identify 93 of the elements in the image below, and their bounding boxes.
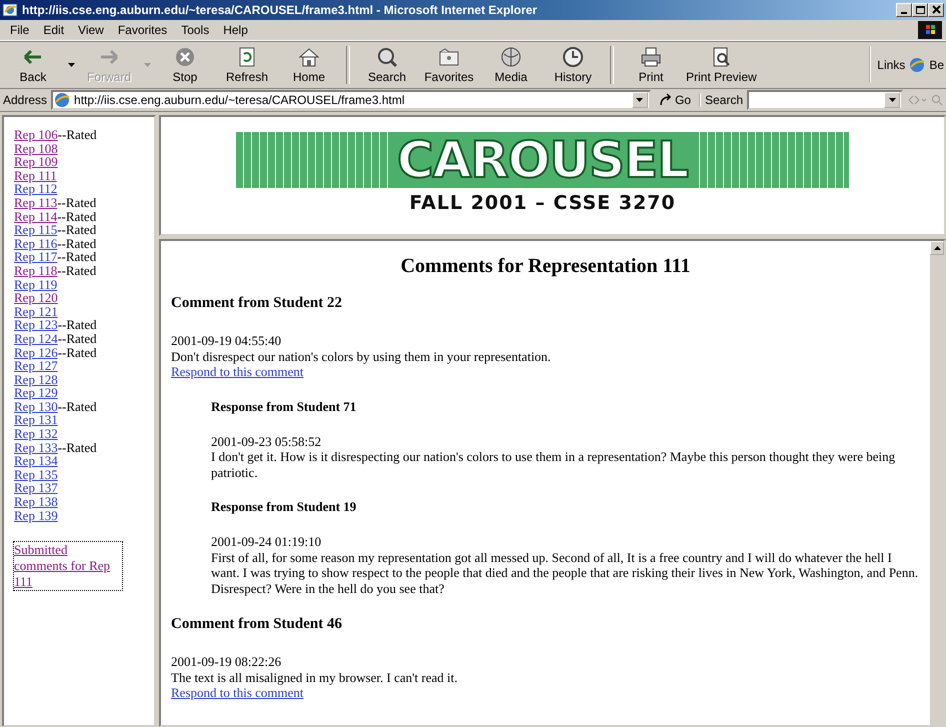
globe-icon	[499, 46, 523, 68]
toolbar-button[interactable]: Print Preview	[682, 44, 761, 86]
rep-link[interactable]: Rep 128	[14, 372, 58, 387]
go-arrow-icon	[658, 93, 673, 107]
response-author: Response from Student 19	[211, 499, 358, 515]
search-label: Search	[698, 93, 743, 107]
clock-icon	[561, 46, 585, 68]
comment-timestamp: 2001-09-19 04:55:40	[171, 333, 282, 348]
address-field[interactable]: http://iis.cse.eng.auburn.edu/~teresa/CAROUSEL/frame3.html	[51, 90, 651, 110]
rep-link[interactable]: Rep 111	[14, 168, 57, 183]
rep-link[interactable]: Rep 124	[14, 330, 58, 346]
menu-item[interactable]: Tools	[175, 21, 216, 39]
toolbar-button[interactable]: Print	[620, 44, 682, 86]
dropdown-caret-icon[interactable]	[636, 98, 644, 102]
page-heading: Comments for Representation 111	[400, 255, 692, 278]
rep-link[interactable]: Rep 138	[14, 494, 58, 510]
address-label: Address	[3, 93, 48, 107]
browser-icon	[2, 2, 18, 18]
response-author: Response from Student 71	[211, 398, 358, 414]
course-subtitle: FALL 2001 – CSSE 3270	[409, 192, 676, 214]
rated-label: --Rated	[57, 236, 96, 251]
rep-link[interactable]: Rep 139	[14, 508, 58, 523]
rep-link[interactable]: Rep 130	[14, 398, 58, 414]
page-globe-icon	[909, 57, 926, 73]
menu-item[interactable]: Edit	[37, 21, 70, 39]
rated-label: --Rated	[57, 194, 96, 210]
rep-link[interactable]: Rep 126	[14, 344, 58, 360]
comment-timestamp: 2001-09-19 08:22:26	[171, 654, 282, 670]
rated-label: --Rated	[57, 262, 96, 278]
rated-label: --Rated	[58, 344, 97, 360]
close-button[interactable]	[928, 3, 944, 17]
minimize-button[interactable]	[896, 3, 912, 17]
menu-item[interactable]: Favorites	[112, 21, 174, 39]
search-field[interactable]	[747, 90, 903, 110]
rep-link[interactable]: Rep 106	[14, 127, 58, 142]
toolbar-button[interactable]: Home	[278, 44, 340, 86]
rep-link[interactable]: Rep 121	[14, 304, 58, 319]
toolbar-button[interactable]: Search	[356, 44, 418, 86]
response-text: I don't get it. How is it disrespecting our nation's colors to use them in a representation? Maybe this person thought they were being patriotic.	[211, 449, 896, 480]
respond-link[interactable]: Respond to this comment	[171, 685, 304, 700]
rep-link[interactable]: Rep 118	[14, 262, 58, 278]
comment-text: Don't disrespect our nation's colors by using them in your representation.	[171, 348, 552, 364]
response-text: First of all, for some reason my representation got all messed up. Second of all, It is a free country and I will do whatever the hell I want. I was trying to show respect to the people that died and the people that are risking their lives in New York, Washington, and Penn. Disrespect? Were in the hell do you see that?	[211, 550, 920, 596]
response-timestamp: 2001-09-23 05:58:52	[211, 434, 322, 449]
dropdown-caret-icon[interactable]	[68, 63, 74, 67]
rated-label: --Rated	[58, 330, 97, 346]
toolbar-button[interactable]: Media	[480, 44, 542, 86]
minimize-icon	[901, 12, 907, 14]
toolbar-button[interactable]: Stop	[154, 44, 216, 86]
comment-author: Comment from Student 22	[171, 295, 343, 312]
rep-link[interactable]: Rep 135	[14, 466, 58, 482]
toolbar-button[interactable]: History	[542, 44, 604, 86]
toolbar-button[interactable]: Refresh	[216, 44, 278, 86]
rep-link[interactable]: Rep 108	[14, 140, 58, 156]
printer-icon	[639, 46, 663, 68]
rated-label: --Rated	[58, 398, 97, 414]
link-item[interactable]: Be	[929, 58, 944, 72]
rated-label: --Rated	[57, 249, 96, 264]
dropdown-caret-icon[interactable]	[888, 98, 896, 102]
links-label[interactable]: Links	[877, 58, 906, 72]
stop-icon	[173, 46, 197, 68]
comment-author: Comment from Student 46	[171, 616, 343, 633]
rep-link[interactable]: Rep 119	[14, 276, 58, 292]
scroll-up-icon[interactable]	[934, 246, 940, 250]
rep-link[interactable]: Rep 132	[14, 426, 58, 442]
maximize-icon	[914, 5, 926, 15]
menu-item[interactable]: View	[72, 21, 110, 39]
rep-link[interactable]: Rep 116	[14, 236, 58, 251]
menu-item[interactable]: File	[4, 21, 36, 39]
maximize-button[interactable]	[912, 3, 928, 17]
toolbar-button[interactable]: Back	[2, 44, 64, 86]
go-button[interactable]: Go	[654, 93, 695, 107]
respond-link[interactable]: Respond to this comment	[171, 364, 304, 379]
rep-link[interactable]: Rep 133	[14, 440, 58, 455]
toolbar-button[interactable]: Favorites	[418, 44, 480, 86]
page-globe-icon	[54, 92, 70, 108]
comment-text: The text is all misaligned in my browser. I can't read it.	[171, 670, 458, 685]
rep-link[interactable]: Rep 113	[14, 194, 58, 210]
search-icon	[375, 46, 399, 68]
close-icon	[930, 5, 942, 15]
rated-label: --Rated	[58, 440, 97, 455]
scrollbar[interactable]	[930, 241, 944, 725]
rated-label: --Rated	[58, 127, 97, 142]
rep-link[interactable]: Rep 114	[14, 208, 58, 224]
rated-label: --Rated	[57, 208, 96, 224]
rated-label: --Rated	[58, 317, 97, 332]
menu-item[interactable]: Help	[217, 21, 254, 39]
response-timestamp: 2001-09-24 01:19:10	[211, 534, 322, 550]
submitted-comments-link[interactable]: Submitted comments for Rep 111	[14, 542, 122, 590]
window-title: http://iis.cse.eng.auburn.edu/~teresa/CAROUSEL/frame3.html - Microsoft Internet Explorer	[22, 3, 538, 17]
home-icon	[297, 46, 321, 68]
rated-label: --Rated	[57, 222, 96, 238]
flag-logo-icon	[918, 21, 942, 39]
